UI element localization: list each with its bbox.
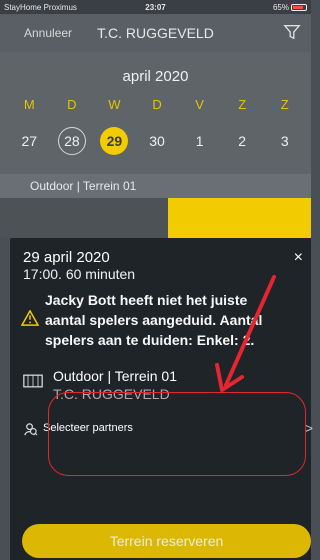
- selected-calendar-day[interactable]: 29: [93, 126, 136, 156]
- selected-day-number: 29: [100, 127, 129, 155]
- calendar-day[interactable]: 2: [221, 126, 264, 156]
- red-highlight-ring: [48, 392, 306, 476]
- day-number: 30: [149, 133, 165, 149]
- reservation-date: 29 april 2020: [23, 249, 110, 266]
- day-number: 1: [195, 133, 204, 149]
- weekday-label: D: [67, 97, 77, 112]
- weekday-label: M: [23, 97, 35, 112]
- time-slot-grid: [0, 198, 311, 238]
- filter-icon[interactable]: [283, 23, 301, 41]
- calendar-strip: april 2020 M D W D V Z Z 27 28 29 30 1 2…: [0, 52, 311, 174]
- calendar-month: april 2020: [122, 68, 189, 85]
- reserve-terrain-button[interactable]: Terrein reserveren: [22, 524, 311, 558]
- search-user-icon: [24, 423, 38, 436]
- terrain-selector[interactable]: Outdoor | Terrein 01: [0, 174, 311, 198]
- day-number: 27: [21, 133, 38, 149]
- status-bar: StayHome Proximus 23:07 65%: [0, 0, 311, 14]
- calendar-day[interactable]: 30: [136, 126, 179, 156]
- club-title: T.C. RUGGEVELD: [97, 25, 214, 41]
- selected-time-slot[interactable]: [168, 198, 311, 238]
- calendar-day[interactable]: 27: [8, 126, 51, 156]
- weekday-label: D: [152, 97, 162, 112]
- weekday-label: Z: [280, 97, 289, 112]
- court-name: Outdoor | Terrein 01: [53, 368, 178, 384]
- app-header: Annuleer T.C. RUGGEVELD: [0, 14, 311, 52]
- day-row: 27 28 29 30 1 2 3: [8, 126, 306, 156]
- weekday-label: Z: [238, 97, 247, 112]
- day-number: 2: [238, 133, 247, 149]
- battery-icon: [291, 3, 307, 11]
- day-number: 28: [57, 127, 86, 155]
- calendar-day[interactable]: 3: [263, 126, 306, 156]
- chevron-right-icon: >: [304, 420, 313, 436]
- weekday-row: M D W D V Z Z: [8, 97, 306, 112]
- weekday-label: W: [108, 97, 121, 112]
- calendar-day[interactable]: 1: [178, 126, 221, 156]
- status-time: 23:07: [145, 2, 166, 12]
- weekday-label: V: [195, 97, 204, 112]
- reservation-duration: 17:00. 60 minuten: [23, 266, 136, 282]
- close-icon[interactable]: ×: [294, 249, 303, 267]
- court-icon: [23, 374, 43, 388]
- red-annotation-arrow: [215, 275, 276, 392]
- warning-icon: [21, 310, 39, 326]
- day-number: 3: [280, 133, 289, 149]
- cancel-button[interactable]: Annuleer: [24, 26, 72, 40]
- calendar-day[interactable]: 28: [51, 126, 94, 156]
